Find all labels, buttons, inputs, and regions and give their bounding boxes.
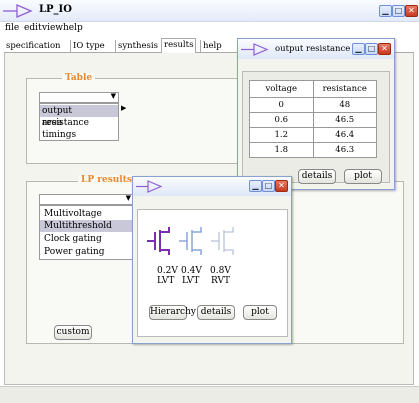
- status-bar: [0, 386, 419, 403]
- details-button[interactable]: details: [298, 169, 336, 184]
- table-list[interactable]: output resistance area timings: [39, 103, 119, 141]
- menu-help[interactable]: help: [63, 23, 83, 33]
- transistor-type: LVT: [157, 276, 175, 286]
- resistance-window-title: output resistance: [275, 44, 351, 54]
- menu-bar: file edit view help: [0, 22, 419, 36]
- close-button[interactable]: ✕: [378, 43, 391, 55]
- menu-edit[interactable]: edit: [24, 23, 42, 33]
- table-row: 1.2 46.4: [249, 127, 377, 143]
- menu-view[interactable]: view: [42, 23, 63, 33]
- cell-voltage: 0.6: [249, 112, 314, 128]
- resistance-title-bar: output resistance ▁ □ ✕: [238, 39, 394, 59]
- maximize-button[interactable]: □: [365, 43, 378, 55]
- lp-list[interactable]: Multivoltage Multithreshold Clock gating…: [39, 205, 134, 260]
- cell-voltage: 1.8: [249, 142, 314, 158]
- transistor-type: RVT: [211, 276, 230, 286]
- list-item-output-resistance[interactable]: output resistance: [40, 105, 118, 128]
- table-row: 1.8 46.3: [249, 142, 377, 158]
- minimize-button[interactable]: ▁: [249, 180, 262, 192]
- rvt-transistor-icon: [211, 227, 234, 255]
- transistor-voltage: 0.8V: [210, 266, 231, 276]
- threshold-title-bar: ▁ □ ✕: [133, 177, 291, 196]
- close-button[interactable]: ✕: [405, 5, 418, 17]
- lvt-transistor-icon: [179, 227, 202, 255]
- minimize-button[interactable]: ▁: [352, 43, 365, 55]
- close-button[interactable]: ✕: [275, 180, 288, 192]
- dropdown-arrow-icon: ▼: [110, 92, 116, 100]
- list-item-timings[interactable]: timings: [42, 129, 76, 141]
- tab-help[interactable]: help: [200, 40, 224, 53]
- app-arrow-icon: [136, 180, 162, 193]
- maximize-button[interactable]: □: [392, 5, 405, 17]
- dropdown-arrow-icon: ▼: [125, 194, 131, 202]
- tab-synthesis[interactable]: synthesis: [115, 40, 160, 53]
- cell-resistance: 46.5: [312, 112, 377, 128]
- transistor-voltage: 0.4V: [181, 266, 202, 276]
- lvt-transistor-icon: [147, 227, 170, 255]
- cell-voltage: 0: [249, 97, 314, 113]
- output-resistance-window: output resistance ▁ □ ✕ voltage resistan…: [237, 38, 395, 190]
- details-button[interactable]: details: [197, 305, 235, 320]
- table-row: 0.6 46.5: [249, 112, 377, 128]
- list-item-area[interactable]: area: [42, 117, 62, 129]
- transistor-voltage: 0.2V: [157, 266, 178, 276]
- table-header-row: voltage resistance: [249, 80, 377, 98]
- table-row: 0 48: [249, 97, 377, 113]
- multithreshold-window: ▁ □ ✕ 0.2V 0.4V 0.8V LVT LVT RVT Hierarc…: [132, 176, 292, 344]
- tab-io-type[interactable]: IO type: [70, 40, 107, 53]
- cell-resistance: 46.4: [312, 127, 377, 143]
- table-panel-legend: Table: [62, 73, 96, 83]
- resistance-table: voltage resistance 0 48 0.6 46.5 1.2 46.…: [249, 80, 377, 158]
- custom-button[interactable]: custom: [54, 325, 92, 340]
- app-arrow-icon: [3, 4, 33, 18]
- plot-button[interactable]: plot: [243, 305, 277, 320]
- cell-resistance: 48: [312, 97, 377, 113]
- maximize-button[interactable]: □: [262, 180, 275, 192]
- cell-voltage: 1.2: [249, 127, 314, 143]
- cell-resistance: 46.3: [312, 142, 377, 158]
- list-item-multivoltage[interactable]: Multivoltage: [44, 208, 102, 220]
- main-title-bar: LP_IO ▁ □ ✕: [0, 0, 419, 22]
- tab-results[interactable]: results: [161, 38, 197, 53]
- list-item-multithreshold[interactable]: Multithreshold: [40, 220, 133, 232]
- menu-file[interactable]: file: [5, 23, 19, 33]
- transistor-type: LVT: [182, 276, 200, 286]
- tab-specification[interactable]: specification: [4, 40, 63, 53]
- app-arrow-icon: [241, 43, 269, 56]
- list-item-clock-gating[interactable]: Clock gating: [44, 233, 102, 245]
- lp-select-dropdown[interactable]: ▼: [39, 194, 134, 205]
- submenu-arrow-icon: ▶: [121, 104, 127, 112]
- main-window-title: LP_IO: [39, 4, 72, 15]
- list-item-power-gating[interactable]: Power gating: [44, 246, 104, 258]
- hierarchy-button[interactable]: Hierarchy: [149, 305, 196, 320]
- header-resistance: resistance: [312, 80, 377, 98]
- lp-results-legend: LP results: [78, 175, 135, 185]
- minimize-button[interactable]: ▁: [379, 5, 392, 17]
- plot-button[interactable]: plot: [344, 169, 382, 184]
- header-voltage: voltage: [249, 80, 314, 98]
- table-select-dropdown[interactable]: ▼: [39, 92, 119, 103]
